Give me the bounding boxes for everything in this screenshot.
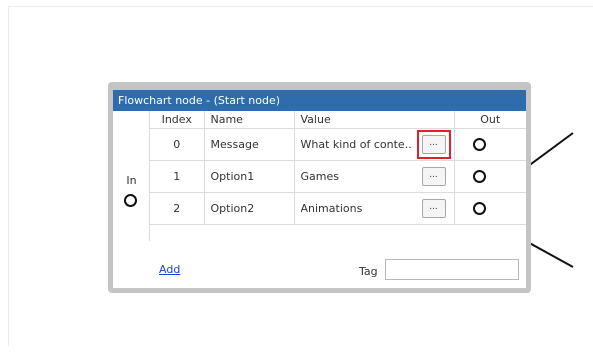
node-options-table: Index Name Value Out 0 Message What kind… — [150, 111, 526, 225]
out-port-icon[interactable] — [472, 202, 486, 215]
node-title[interactable]: Flowchart node - (Start node) — [113, 90, 526, 111]
table-header-row: Index Name Value Out — [150, 111, 526, 129]
column-header-index: Index — [150, 111, 205, 129]
highlight-box — [416, 130, 451, 159]
out-port-icon[interactable] — [472, 170, 486, 183]
edit-value-button[interactable]: ... — [421, 167, 446, 186]
column-header-out: Out — [454, 111, 526, 129]
table-row[interactable]: 2 Option2 Animations ... — [150, 192, 526, 225]
tag-label: Tag — [359, 265, 378, 278]
column-header-name: Name — [204, 111, 295, 129]
row-name: Option2 — [204, 192, 295, 225]
row-value: What kind of conte... — [300, 138, 413, 152]
flowchart-node[interactable]: Flowchart node - (Start node) In Index N… — [108, 82, 531, 293]
node-body: Flowchart node - (Start node) In Index N… — [113, 90, 526, 288]
row-value: Animations — [300, 202, 363, 216]
row-value-cell[interactable]: Games ... — [294, 160, 455, 193]
in-label: In — [126, 174, 137, 187]
row-index: 1 — [150, 160, 205, 193]
add-row-link[interactable]: Add — [159, 263, 180, 276]
column-header-value: Value — [294, 111, 455, 129]
tag-input[interactable] — [385, 259, 519, 280]
row-index: 2 — [150, 192, 205, 225]
table-row[interactable]: 0 Message What kind of conte... ... — [150, 128, 526, 161]
table-row[interactable]: 1 Option1 Games ... — [150, 160, 526, 193]
row-value: Games — [300, 170, 339, 184]
out-port-icon[interactable] — [472, 138, 486, 151]
row-value-cell[interactable]: Animations ... — [294, 192, 455, 225]
row-name: Option1 — [204, 160, 295, 193]
row-out-cell — [454, 128, 526, 161]
in-port-column: In — [113, 111, 150, 241]
flowchart-canvas[interactable]: Flowchart node - (Start node) In Index N… — [0, 0, 593, 354]
row-value-cell[interactable]: What kind of conte... ... — [294, 128, 455, 161]
edit-value-button[interactable]: ... — [421, 199, 446, 218]
row-name: Message — [204, 128, 295, 161]
row-out-cell — [454, 192, 526, 225]
in-port-icon[interactable] — [124, 194, 137, 207]
row-out-cell — [454, 160, 526, 193]
row-index: 0 — [150, 128, 205, 161]
